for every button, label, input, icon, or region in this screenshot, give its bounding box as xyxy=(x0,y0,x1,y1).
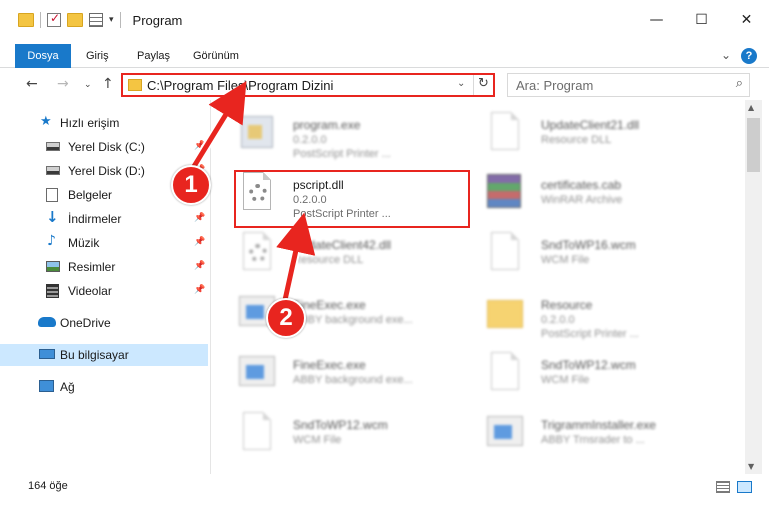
arrow-to-address-bar xyxy=(190,80,247,171)
annotation-arrows xyxy=(188,80,316,305)
step-marker-1: 1 xyxy=(171,165,211,205)
arrow-to-pscript-file xyxy=(276,212,316,303)
step-marker-2: 2 xyxy=(266,298,306,338)
